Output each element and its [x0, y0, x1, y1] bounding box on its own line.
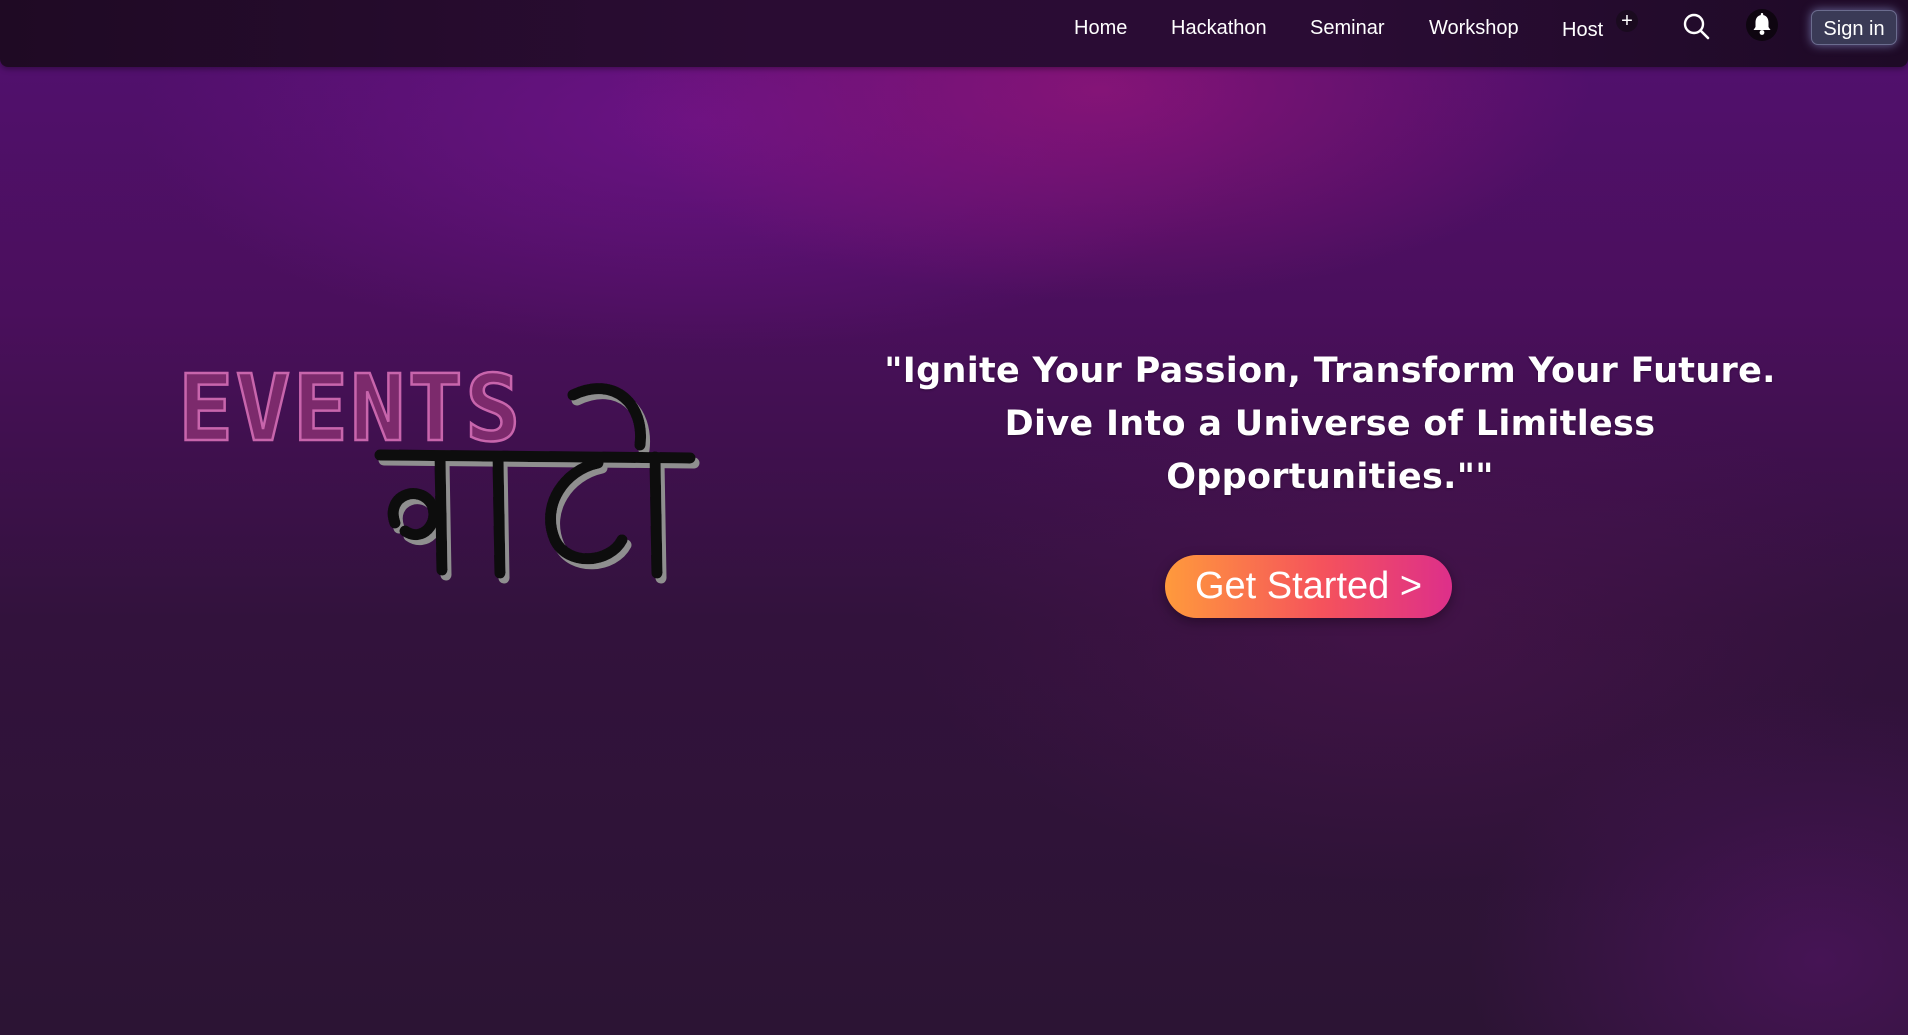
host-plus-icon[interactable]: + [1616, 10, 1638, 32]
notification-bell-icon[interactable] [1746, 9, 1778, 41]
nav-link-workshop[interactable]: Workshop [1429, 17, 1519, 40]
get-started-button[interactable]: Get Started > [1165, 555, 1452, 618]
nav-link-hackathon[interactable]: Hackathon [1171, 17, 1267, 40]
top-navbar: Home Hackathon Seminar Workshop Host + S… [0, 0, 1908, 67]
nav-link-host[interactable]: Host [1562, 19, 1603, 42]
hero-tagline: "Ignite Your Passion, Transform Your Fut… [880, 345, 1780, 504]
tagline-line-3: Opportunities."" [1166, 457, 1494, 497]
logo-events-text: EVENTS [178, 355, 522, 462]
search-icon[interactable] [1682, 12, 1710, 40]
sign-in-button[interactable]: Sign in [1811, 10, 1897, 45]
nav-link-home[interactable]: Home [1074, 17, 1127, 40]
events-wale-logo: EVENTS [170, 345, 710, 605]
tagline-line-2: Dive Into a Universe of Limitless [1004, 404, 1656, 444]
tagline-line-1: "Ignite Your Passion, Transform Your Fut… [884, 351, 1776, 391]
nav-link-seminar[interactable]: Seminar [1310, 17, 1384, 40]
